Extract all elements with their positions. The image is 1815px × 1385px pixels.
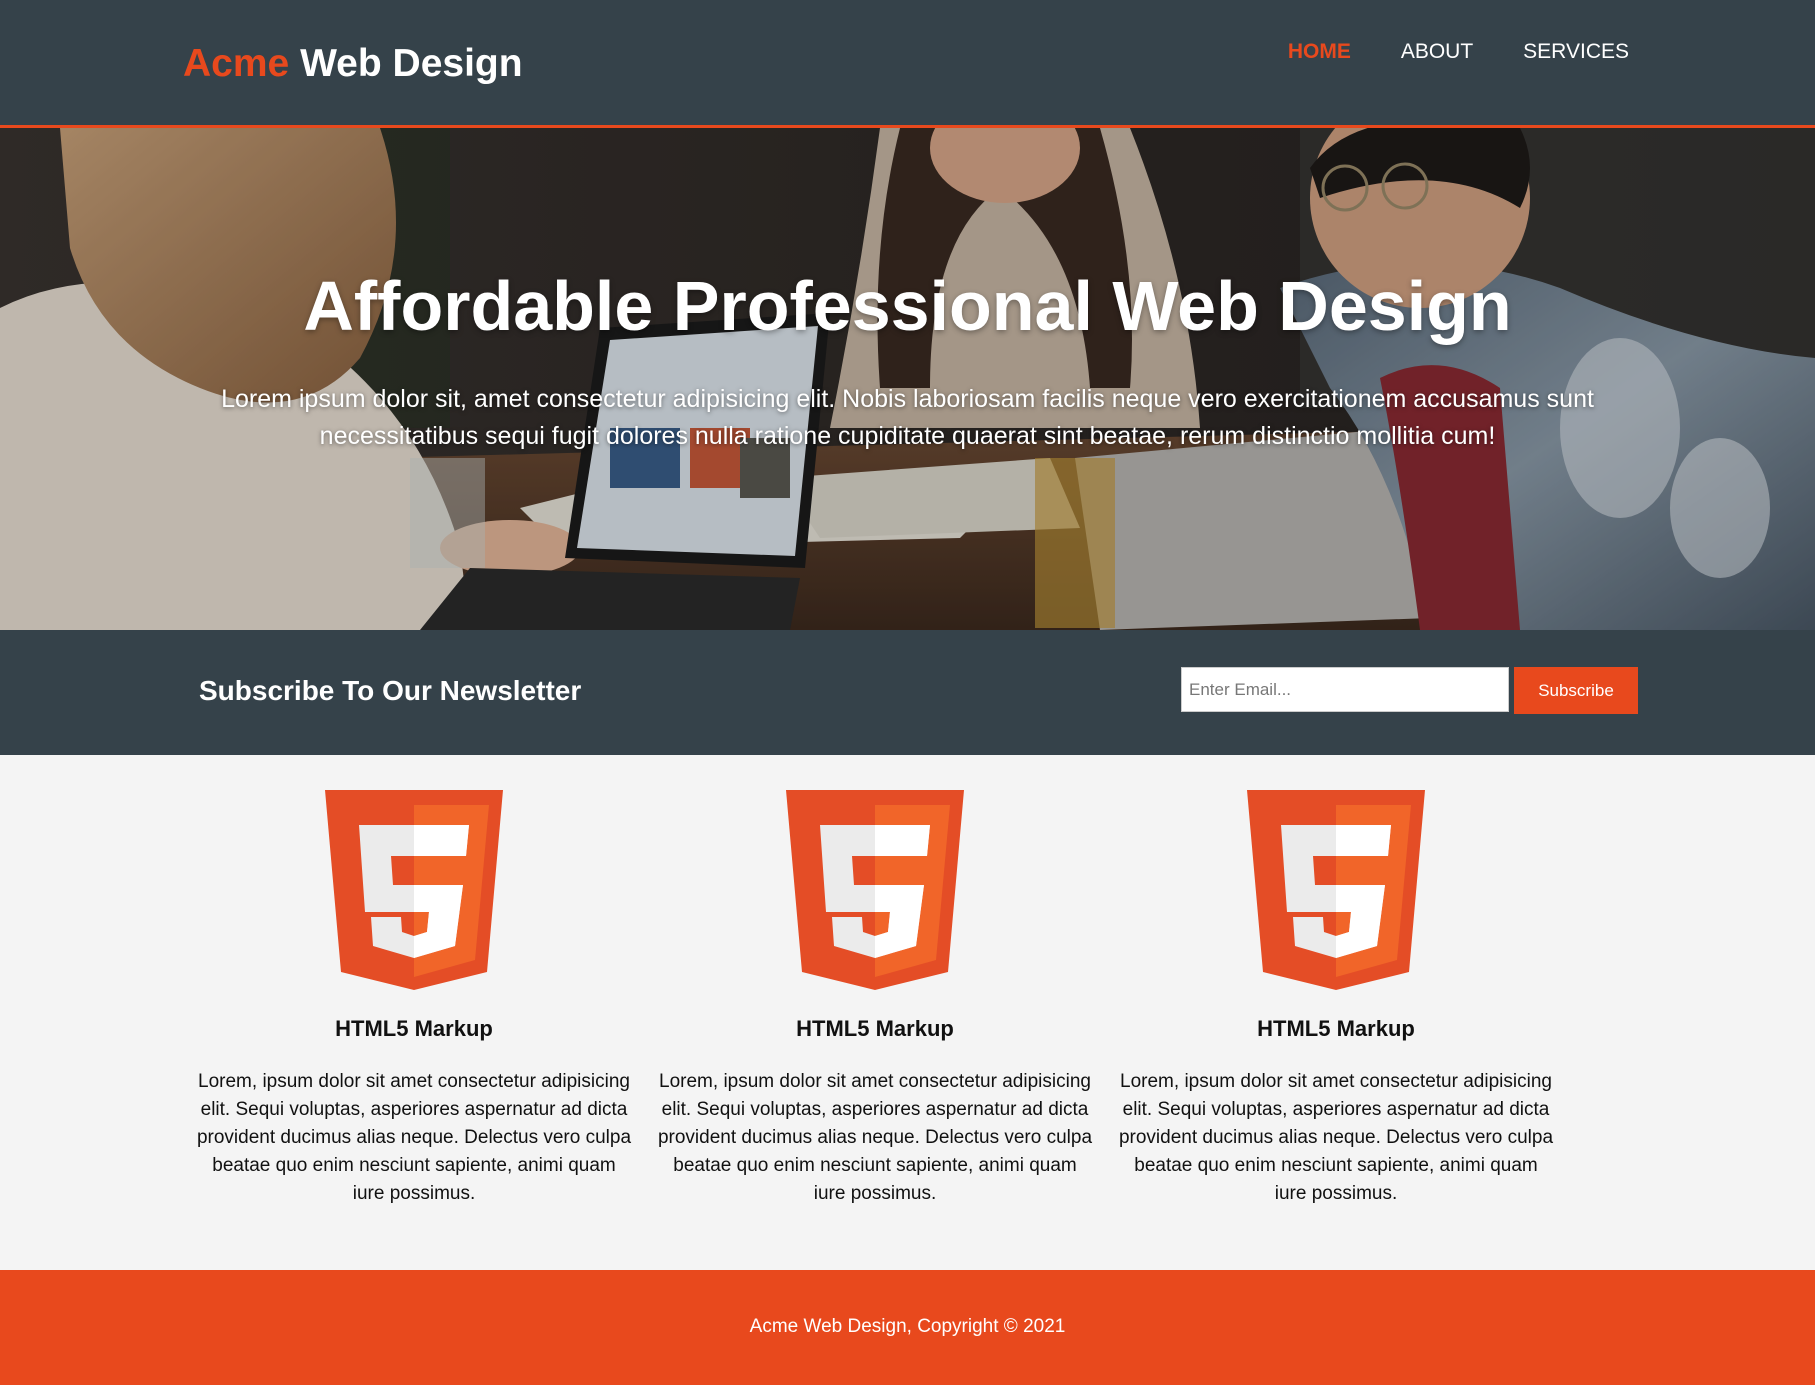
feature-title: HTML5 Markup <box>1257 1016 1415 1041</box>
feature-description: Lorem, ipsum dolor sit amet consectetur … <box>1118 1071 1554 1204</box>
hero-content: Affordable Professional Web Design Lorem… <box>0 128 1815 630</box>
logo-text: Web Design <box>289 42 523 85</box>
nav-home-link[interactable]: HOME <box>1288 40 1351 64</box>
hero-description: Lorem ipsum dolor sit, amet consectetur … <box>221 385 1594 450</box>
feature-description: Lorem, ipsum dolor sit amet consectetur … <box>196 1071 632 1204</box>
feature-box: HTML5 Markup Lorem, ipsum dolor sit amet… <box>194 790 634 1208</box>
hero-showcase: Affordable Professional Web Design Lorem… <box>0 128 1815 630</box>
feature-title: HTML5 Markup <box>335 1016 493 1041</box>
html5-logo-icon <box>786 790 964 990</box>
html5-logo-icon <box>1247 790 1425 990</box>
feature-box: HTML5 Markup Lorem, ipsum dolor sit amet… <box>1116 790 1556 1208</box>
main-nav: HOME ABOUT SERVICES <box>1288 40 1629 64</box>
newsletter-title: Subscribe To Our Newsletter <box>199 675 582 706</box>
feature-title: HTML5 Markup <box>796 1016 954 1041</box>
site-logo[interactable]: Acme Web Design <box>183 42 523 86</box>
site-header: Acme Web Design HOME ABOUT SERVICES <box>0 0 1815 128</box>
logo-highlight: Acme <box>183 42 290 85</box>
nav-services-link[interactable]: SERVICES <box>1523 40 1629 64</box>
html5-logo-icon <box>325 790 503 990</box>
site-footer: Acme Web Design, Copyright © 2021 <box>0 1270 1815 1385</box>
feature-description: Lorem, ipsum dolor sit amet consectetur … <box>657 1071 1093 1204</box>
feature-box: HTML5 Markup Lorem, ipsum dolor sit amet… <box>655 790 1095 1208</box>
email-input[interactable] <box>1181 667 1509 712</box>
hero-title: Affordable Professional Web Design <box>303 267 1512 345</box>
subscribe-button[interactable]: Subscribe <box>1514 667 1638 714</box>
copyright-text: Acme Web Design, Copyright © 2021 <box>749 1316 1066 1337</box>
nav-about-link[interactable]: ABOUT <box>1401 40 1473 64</box>
features-section: HTML5 Markup Lorem, ipsum dolor sit amet… <box>0 755 1815 1270</box>
newsletter-section: Subscribe To Our Newsletter Subscribe <box>0 630 1815 755</box>
